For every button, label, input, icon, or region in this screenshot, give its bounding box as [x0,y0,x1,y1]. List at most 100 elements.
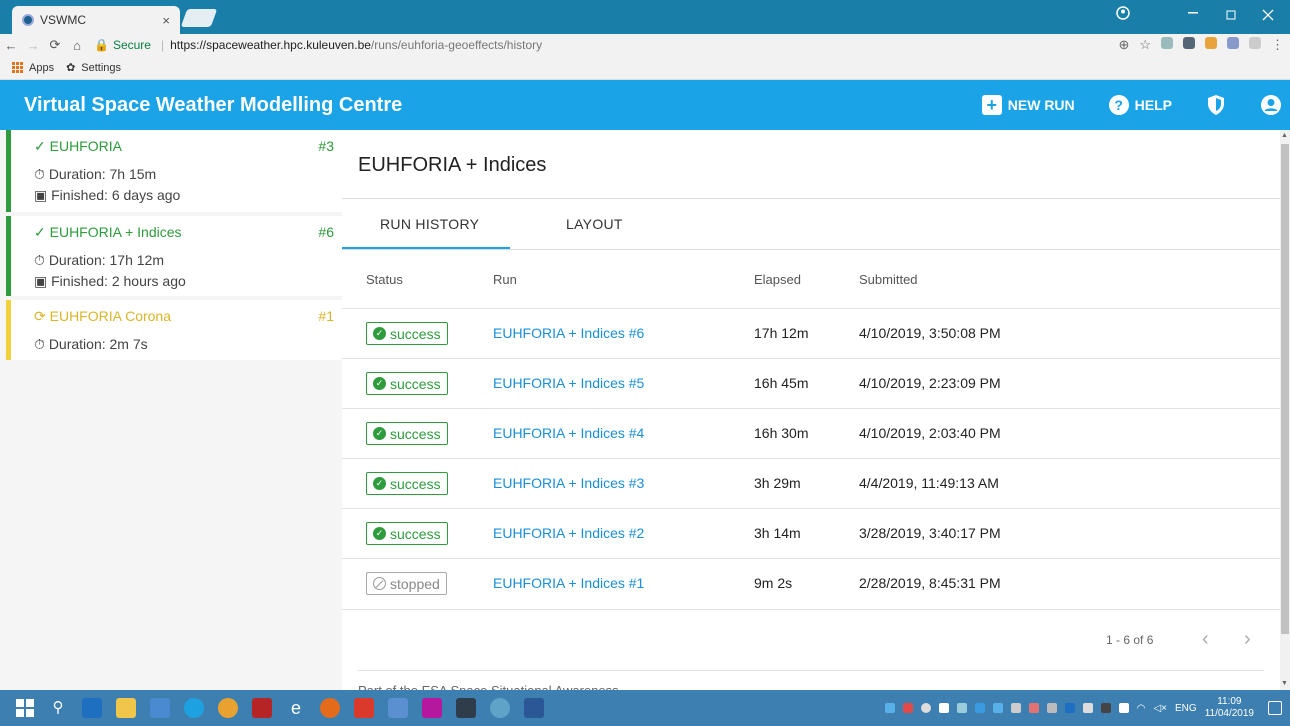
skype-icon[interactable] [184,698,204,718]
tray-icon[interactable] [902,703,913,713]
file-explorer-icon[interactable] [116,698,136,718]
run-link[interactable]: EUHFORIA + Indices #2 [493,525,644,541]
divider [342,249,1280,250]
divider [342,198,1280,199]
sidebar-run-item[interactable]: ✓ EUHFORIA #3 ⏱ Duration: 7h 15m ▣ Finis… [6,130,342,212]
back-arrow-icon[interactable]: ← [0,38,22,53]
table-row[interactable]: ✓ success EUHFORIA + Indices #4 16h 30m 4… [342,408,1280,458]
run-link[interactable]: EUHFORIA + Indices #6 [493,325,644,341]
extension-icon[interactable] [1249,37,1261,49]
outlook-icon[interactable] [82,698,102,718]
zoom-icon[interactable]: ⊕ [1118,37,1129,53]
search-icon[interactable]: ⚲ [48,698,68,718]
table-row[interactable]: ✓ success EUHFORIA + Indices #2 3h 14m 3/… [342,508,1280,558]
sidebar-run-item[interactable]: ⟳ EUHFORIA Corona #1 ⏱ Duration: 2m 7s [6,300,342,360]
extension-icon[interactable] [1227,37,1239,49]
scroll-down-icon[interactable]: ▼ [1281,680,1288,687]
new-tab-button[interactable] [180,9,218,27]
chrome-icon[interactable] [218,698,238,718]
help-button[interactable]: ? HELP [1108,95,1172,115]
bookmark-star-icon[interactable]: ☆ [1139,37,1151,53]
table-row[interactable]: stopped EUHFORIA + Indices #1 9m 2s 2/28… [342,558,1280,608]
word-icon[interactable] [524,698,544,718]
column-header-status[interactable]: Status [366,272,403,287]
table-row[interactable]: ✓ success EUHFORIA + Indices #6 17h 12m 4… [342,308,1280,358]
cloud-icon[interactable] [1046,703,1057,713]
status-bar [6,216,11,296]
window-close-icon[interactable] [1262,9,1274,21]
network-icon[interactable] [388,698,408,718]
wifi-icon[interactable]: ◠ [1137,703,1146,714]
mail-icon[interactable] [1082,703,1093,713]
minimize-icon[interactable] [1188,12,1200,14]
column-header-submitted[interactable]: Submitted [859,272,918,287]
sidebar-run-item[interactable]: ✓ EUHFORIA + Indices #6 ⏱ Duration: 17h … [6,216,342,296]
browser-menu-icon[interactable]: ⋮ [1271,37,1284,53]
windows-start-icon[interactable] [16,699,34,717]
app-icon[interactable] [150,698,170,718]
url-field[interactable]: 🔒 Secure | https://spaceweather.hpc.kule… [94,38,542,52]
run-link[interactable]: EUHFORIA + Indices #4 [493,425,644,441]
system-clock[interactable]: 11:09 11/04/2019 [1205,696,1254,720]
battery-icon[interactable] [1118,703,1129,713]
tab-close-icon[interactable]: × [162,13,170,28]
previous-page-icon[interactable]: ‹ [1202,628,1209,651]
runs-sidebar: ✓ EUHFORIA #3 ⏱ Duration: 7h 15m ▣ Finis… [0,130,342,690]
app-header: Virtual Space Weather Modelling Centre +… [0,80,1290,130]
notifications-icon[interactable] [1268,701,1282,715]
scroll-up-icon[interactable]: ▲ [1281,132,1288,139]
account-button[interactable] [1260,94,1282,116]
clock-time: 11:09 [1217,696,1242,707]
tray-icon[interactable] [920,703,931,713]
maximize-icon[interactable] [1226,10,1236,20]
browser-tab[interactable]: VSWMC × [12,6,180,34]
app-title[interactable]: Virtual Space Weather Modelling Centre [24,94,982,117]
terminal-icon[interactable] [456,698,476,718]
tray-icon[interactable] [992,703,1003,713]
internet-explorer-icon[interactable]: e [286,698,306,718]
language-indicator[interactable]: ENG [1175,703,1197,714]
status-badge: stopped [366,572,447,595]
tray-icon[interactable] [1010,703,1021,713]
run-link[interactable]: EUHFORIA + Indices #3 [493,475,644,491]
run-link[interactable]: EUHFORIA + Indices #1 [493,575,644,591]
tray-icon[interactable] [974,703,985,713]
home-icon[interactable]: ⌂ [66,38,88,53]
app-icon[interactable] [490,698,510,718]
firefox-icon[interactable] [320,698,340,718]
submitted-value: 4/10/2019, 2:03:40 PM [859,425,1001,441]
bookmark-apps[interactable]: Apps [29,62,54,74]
extension-icon[interactable] [1205,37,1217,49]
scrollbar-thumb[interactable] [1281,144,1289,634]
column-header-run[interactable]: Run [493,272,517,287]
elapsed-value: 16h 45m [754,375,809,391]
extension-icon[interactable] [1161,37,1173,49]
tray-icon[interactable] [1028,703,1039,713]
tray-icon[interactable] [1064,703,1075,713]
tab-run-history[interactable]: RUN HISTORY [380,216,479,232]
next-page-icon[interactable]: › [1244,628,1251,651]
tab-layout[interactable]: LAYOUT [566,216,623,232]
tray-icon[interactable] [938,703,949,713]
tray-icon[interactable] [1100,703,1111,713]
tray-icon[interactable] [956,703,967,713]
admin-button[interactable] [1206,94,1226,116]
extension-icon[interactable] [1183,37,1195,49]
speaker-icon[interactable]: ◁× [1153,703,1167,714]
new-run-button[interactable]: + NEW RUN [981,95,1075,115]
clock-date: 11/04/2019 [1204,708,1254,719]
submitted-value: 3/28/2019, 3:40:17 PM [859,525,1001,541]
acrobat-icon[interactable] [354,698,374,718]
profile-icon[interactable] [1116,6,1130,20]
run-link[interactable]: EUHFORIA + Indices #5 [493,375,644,391]
page-scrollbar[interactable]: ▲ ▼ [1280,130,1290,690]
table-row[interactable]: ✓ success EUHFORIA + Indices #5 16h 45m 4… [342,358,1280,408]
column-header-elapsed[interactable]: Elapsed [754,272,801,287]
tray-icon[interactable] [884,703,895,713]
app-icon[interactable] [422,698,442,718]
forward-arrow-icon[interactable]: → [22,38,44,53]
filezilla-icon[interactable] [252,698,272,718]
table-row[interactable]: ✓ success EUHFORIA + Indices #3 3h 29m 4/… [342,458,1280,508]
bookmark-settings[interactable]: Settings [81,62,121,74]
reload-icon[interactable]: ⟳ [44,37,66,53]
